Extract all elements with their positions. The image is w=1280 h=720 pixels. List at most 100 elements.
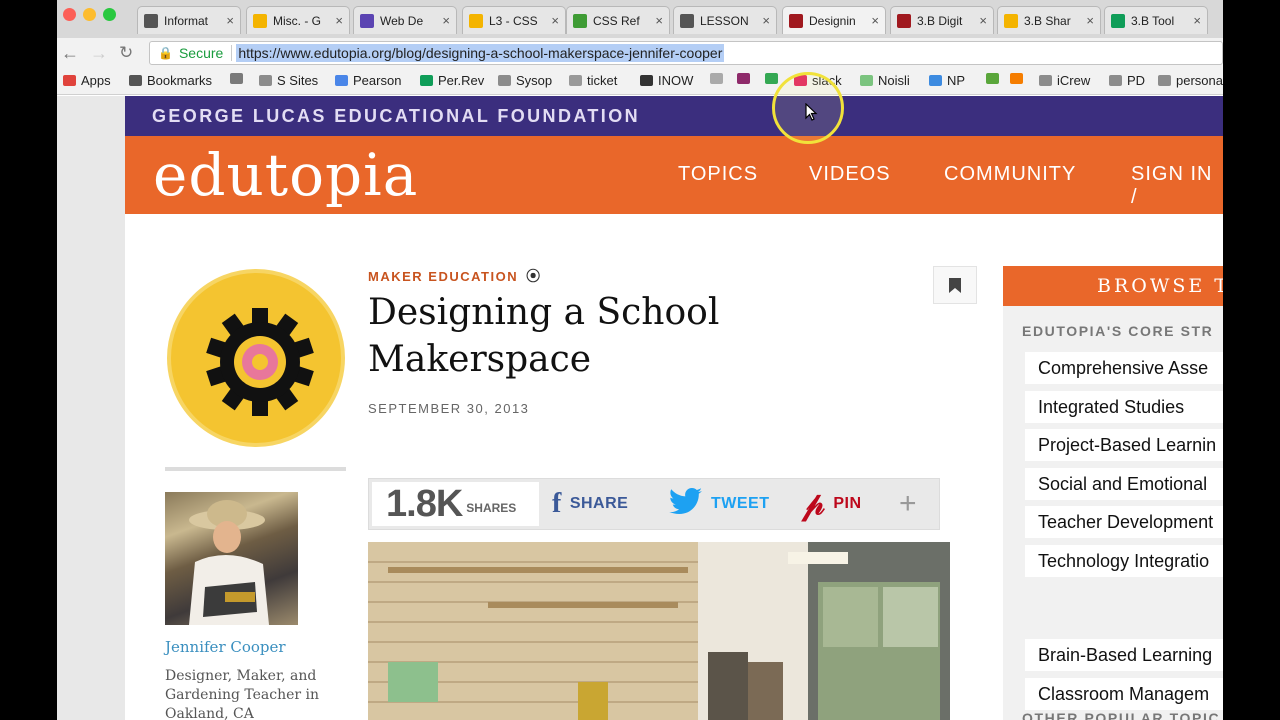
browser-tab[interactable]: CSS Ref × [566, 6, 670, 34]
bookmark-item[interactable]: Bookmarks [129, 73, 212, 88]
browser-window: Informat × Misc. - G × Web De × L3 - CSS × CSS R… [57, 0, 1223, 720]
pinterest-icon: 𝓅 [802, 485, 826, 521]
bookmark-item[interactable]: Pearson [335, 73, 401, 88]
tab-favicon-icon [897, 13, 911, 28]
save-bookmark-button[interactable] [933, 266, 977, 304]
tab-close-icon[interactable]: × [226, 13, 234, 28]
core-strategy-link[interactable]: Technology Integratio [1025, 545, 1223, 577]
core-strategy-link[interactable]: Comprehensive Asse [1025, 352, 1223, 384]
drive-icon [765, 73, 778, 84]
close-window-button[interactable] [63, 8, 76, 21]
more-share-button[interactable]: + [899, 482, 917, 526]
tab-close-icon[interactable]: × [655, 13, 663, 28]
zoom-window-button[interactable] [103, 8, 116, 21]
browser-tab[interactable]: L3 - CSS × [462, 6, 566, 34]
share-count: 1.8K SHARES [372, 482, 539, 526]
edutopia-site: GEORGE LUCAS EDUCATIONAL FOUNDATION edut… [125, 96, 1223, 720]
bookmark-item[interactable]: Apps [63, 73, 111, 88]
bookmark-item[interactable] [737, 73, 755, 84]
popular-topic-link[interactable]: Brain-Based Learning [1025, 639, 1223, 671]
bookmark-label: INOW [658, 73, 694, 88]
tab-close-icon[interactable]: × [551, 13, 559, 28]
browser-tab[interactable]: Misc. - G × [246, 6, 350, 34]
bookmark-item[interactable]: iCrew [1039, 73, 1090, 88]
tab-close-icon[interactable]: × [335, 13, 343, 28]
browser-tab[interactable]: 3.B Shar × [997, 6, 1101, 34]
pinterest-pin-button[interactable]: 𝓅 PIN [802, 482, 862, 526]
tab-title: 3.B Tool [1131, 13, 1175, 28]
bookmark-item[interactable] [986, 73, 1004, 84]
core-strategy-link[interactable]: Project-Based Learnin [1025, 429, 1223, 462]
nav-topics[interactable]: TOPICS [678, 163, 758, 186]
browser-tab[interactable]: 3.B Tool × [1104, 6, 1208, 34]
bookmark-item[interactable] [230, 73, 248, 84]
tab-close-icon[interactable]: × [442, 13, 450, 28]
core-strategy-link[interactable]: Integrated Studies [1025, 390, 1223, 423]
folder-icon [1039, 75, 1052, 86]
bookmark-item[interactable]: PD [1109, 73, 1145, 88]
tab-favicon-icon [680, 13, 694, 28]
bookmark-item[interactable]: Noisli [860, 73, 910, 88]
bookmark-item[interactable] [710, 73, 728, 84]
bookmark-item[interactable]: Sysop [498, 73, 552, 88]
browser-tab[interactable]: Designin × [782, 6, 886, 34]
maker-education-badge [167, 269, 345, 447]
apps-grid-icon [63, 75, 76, 86]
nav-community[interactable]: COMMUNITY [944, 163, 1076, 186]
bookmark-item[interactable] [1010, 73, 1028, 84]
ticket-icon [569, 75, 582, 86]
pin-label: PIN [833, 495, 862, 512]
tab-title: Web De [380, 13, 424, 28]
tab-close-icon[interactable]: × [871, 13, 879, 28]
tab-close-icon[interactable]: × [1193, 13, 1201, 28]
tab-close-icon[interactable]: × [979, 13, 987, 28]
article-date: SEPTEMBER 30, 2013 [368, 401, 530, 416]
facebook-share-button[interactable]: f SHARE [552, 482, 628, 526]
bookmark-item[interactable]: Per.Rev [420, 73, 484, 88]
edutopia-logo[interactable]: edutopia [153, 136, 418, 214]
bookmark-label: Apps [81, 73, 111, 88]
makerspace-photo[interactable] [368, 542, 950, 720]
browser-tab[interactable]: Informat × [137, 6, 241, 34]
reload-icon[interactable]: ↻ [119, 42, 133, 64]
tab-close-icon[interactable]: × [762, 13, 770, 28]
forward-arrow-icon[interactable]: → [90, 42, 108, 64]
bookmark-label: persona [1176, 73, 1223, 88]
core-strategy-link[interactable]: Teacher Development [1025, 506, 1223, 539]
sheets-icon [420, 75, 433, 86]
tab-close-icon[interactable]: × [1086, 13, 1094, 28]
toolbar: ← → ↻ 🔒 Secure https://www.edutopia.org/… [57, 38, 1223, 68]
tweet-button[interactable]: TWEET [669, 482, 770, 526]
tab-strip: Informat × Misc. - G × Web De × L3 - CSS × CSS R… [57, 0, 1223, 38]
tab-title: 3.B Shar [1024, 13, 1071, 28]
blogger-icon [1010, 73, 1023, 84]
np-icon [929, 75, 942, 86]
browser-tab[interactable]: Web De × [353, 6, 457, 34]
popular-topic-link[interactable]: Classroom Managem [1025, 677, 1223, 710]
browser-tab[interactable]: LESSON × [673, 6, 777, 34]
bookmark-item[interactable]: ticket [569, 73, 617, 88]
bookmark-label: Pearson [353, 73, 402, 88]
bookmark-item[interactable]: persona [1158, 73, 1223, 88]
url-text[interactable]: https://www.edutopia.org/blog/designing-… [236, 44, 725, 62]
address-bar[interactable]: 🔒 Secure https://www.edutopia.org/blog/d… [149, 41, 1223, 65]
category-link[interactable]: MAKER EDUCATION [368, 269, 518, 284]
bookmark-item[interactable]: INOW [640, 73, 693, 88]
core-strategy-link[interactable]: Social and Emotional [1025, 467, 1223, 500]
bookmark-item[interactable]: S Sites [259, 73, 318, 88]
foundation-banner[interactable]: GEORGE LUCAS EDUCATIONAL FOUNDATION [125, 96, 1223, 136]
share-bar: 1.8K SHARES f SHARE TWEET 𝓅 PIN + [368, 478, 940, 530]
minimize-window-button[interactable] [83, 8, 96, 21]
rss-icon[interactable]: ⦿ [526, 266, 542, 286]
nav-sign-in[interactable]: SIGN IN / [1131, 163, 1223, 209]
author-photo[interactable] [165, 492, 298, 625]
tab-favicon-icon [360, 13, 374, 28]
bookmark-icon [949, 277, 961, 293]
secure-label: Secure [178, 45, 224, 61]
nav-videos[interactable]: VIDEOS [809, 163, 891, 186]
author-name[interactable]: Jennifer Cooper [165, 638, 286, 656]
browser-tab[interactable]: 3.B Digit × [890, 6, 994, 34]
bookmark-item[interactable] [765, 73, 783, 84]
bookmark-item[interactable]: NP [929, 73, 965, 88]
back-arrow-icon[interactable]: ← [61, 42, 79, 64]
